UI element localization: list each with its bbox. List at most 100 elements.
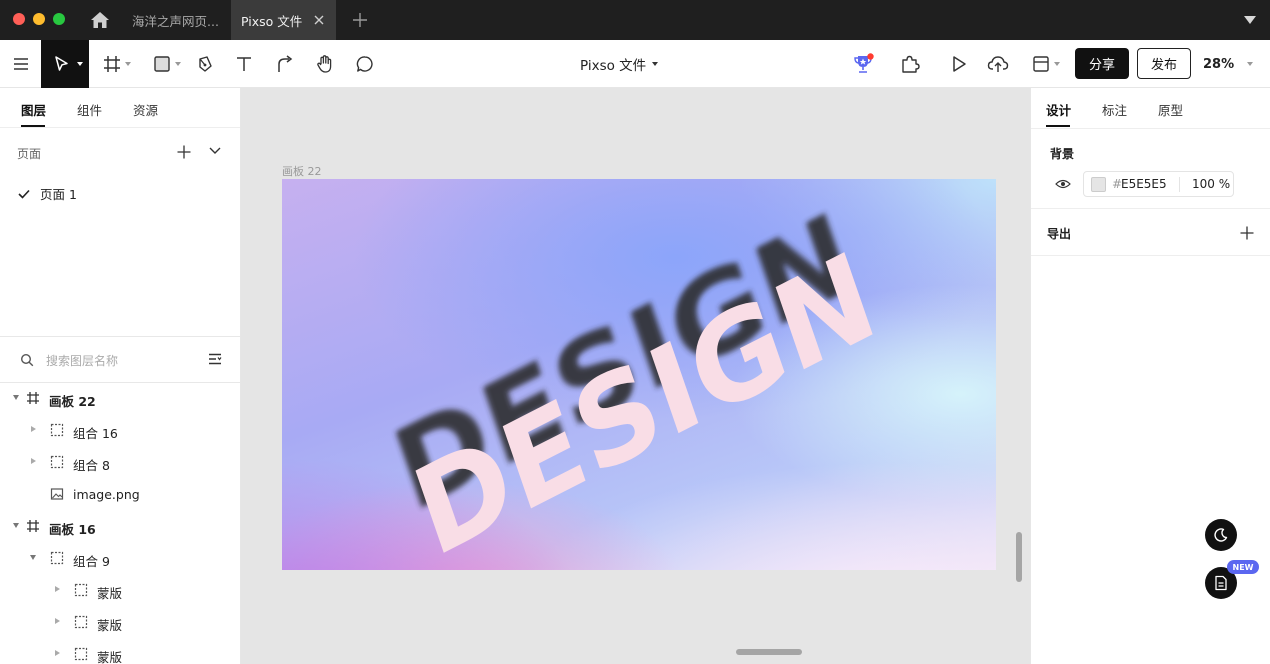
- layer-name: 蒙版: [97, 618, 123, 633]
- expand-arrow-icon[interactable]: [55, 586, 60, 592]
- cloud-upload-icon: [987, 56, 1009, 72]
- connector-tool-button[interactable]: [272, 40, 298, 88]
- background-opacity-input[interactable]: 100 %: [1192, 177, 1230, 191]
- layer-row-mask[interactable]: 蒙版: [0, 574, 240, 606]
- tab-ocean-webpage[interactable]: 海洋之声网页...: [120, 0, 230, 40]
- active-tab-indicator: [21, 125, 45, 127]
- zoom-level[interactable]: 28%: [1203, 40, 1234, 88]
- maximize-window-button[interactable]: [53, 13, 65, 25]
- layer-row-group-8[interactable]: 组合 8: [0, 446, 240, 478]
- tab-assets[interactable]: 资源: [133, 100, 158, 119]
- chevron-down-icon[interactable]: [77, 62, 83, 66]
- filter-icon[interactable]: [208, 353, 222, 365]
- present-button[interactable]: [946, 40, 972, 88]
- text-icon: [237, 57, 251, 71]
- expand-arrow-icon[interactable]: [13, 523, 19, 528]
- expand-arrow-icon[interactable]: [30, 555, 36, 560]
- rectangle-icon: [154, 56, 170, 72]
- expand-arrow-icon[interactable]: [55, 618, 60, 624]
- tab-design[interactable]: 设计: [1046, 100, 1071, 119]
- mask-icon: [74, 615, 88, 629]
- chevron-down-icon[interactable]: [208, 146, 222, 156]
- divider: [1031, 128, 1270, 129]
- layer-name: 组合 8: [73, 458, 110, 473]
- connector-icon: [278, 55, 293, 72]
- layer-row-frame-16[interactable]: 画板 16: [0, 510, 240, 542]
- tab-annotate[interactable]: 标注: [1102, 100, 1127, 119]
- home-icon[interactable]: [90, 11, 110, 29]
- tab-layers[interactable]: 图层: [21, 100, 46, 119]
- layer-name: 蒙版: [97, 586, 123, 601]
- page-item[interactable]: 页面 1: [18, 184, 77, 203]
- horizontal-scrollbar[interactable]: [736, 649, 802, 655]
- text-tool-button[interactable]: [231, 40, 257, 88]
- background-hex-input[interactable]: E5E5E5: [1121, 177, 1167, 191]
- publish-button[interactable]: 发布: [1137, 48, 1191, 79]
- image-icon: [50, 488, 64, 500]
- cursor-arrow-icon: [55, 56, 68, 71]
- upload-button[interactable]: [985, 40, 1011, 88]
- chevron-down-icon[interactable]: [1244, 15, 1256, 25]
- expand-arrow-icon[interactable]: [31, 426, 36, 432]
- layer-row-mask[interactable]: 蒙版: [0, 638, 240, 664]
- layer-row-group-16[interactable]: 组合 16: [0, 414, 240, 446]
- expand-arrow-icon[interactable]: [13, 395, 19, 400]
- trophy-button[interactable]: [850, 40, 876, 88]
- dark-mode-button[interactable]: [1205, 519, 1237, 551]
- vertical-scrollbar[interactable]: [1016, 532, 1022, 582]
- main-menu-button[interactable]: [8, 40, 34, 88]
- canvas[interactable]: 画板 22 DESIGN DESIGN: [241, 88, 1030, 664]
- hand-tool-button[interactable]: [312, 40, 338, 88]
- add-page-icon[interactable]: [176, 144, 192, 160]
- new-badge: NEW: [1227, 560, 1259, 574]
- shape-tool-button[interactable]: [148, 40, 184, 88]
- left-panel: 图层 组件 资源 页面 页面 1 搜索图层名称 画板 22 组合 16 组合 8…: [0, 88, 241, 664]
- minimize-window-button[interactable]: [33, 13, 45, 25]
- document-icon: [1215, 575, 1227, 591]
- move-tool-button[interactable]: [41, 40, 89, 88]
- chevron-down-icon[interactable]: [125, 62, 131, 66]
- layer-row-frame-22[interactable]: 画板 22: [0, 382, 240, 414]
- active-tab-indicator: [1046, 125, 1070, 127]
- tab-prototype[interactable]: 原型: [1158, 100, 1183, 119]
- expand-arrow-icon[interactable]: [55, 650, 60, 656]
- background-color-field[interactable]: # E5E5E5 100 %: [1083, 171, 1234, 197]
- moon-icon: [1214, 528, 1228, 542]
- new-tab-icon[interactable]: [351, 11, 369, 29]
- expand-arrow-icon[interactable]: [31, 458, 36, 464]
- tab-pixso-file[interactable]: Pixso 文件: [231, 0, 336, 40]
- frame-tool-button[interactable]: [98, 40, 134, 88]
- layer-row-image[interactable]: image.png: [0, 478, 240, 510]
- eye-icon[interactable]: [1055, 179, 1071, 189]
- tab-components[interactable]: 组件: [77, 100, 102, 119]
- mask-icon: [74, 647, 88, 661]
- plugins-button[interactable]: [897, 40, 923, 88]
- close-tab-icon[interactable]: [312, 13, 326, 27]
- color-swatch[interactable]: [1091, 177, 1106, 192]
- layer-search[interactable]: 搜索图层名称: [20, 350, 225, 370]
- checkmark-icon: [18, 189, 30, 199]
- frame-label[interactable]: 画板 22: [282, 163, 322, 179]
- layer-name: 蒙版: [97, 650, 123, 664]
- chevron-down-icon[interactable]: [1247, 62, 1253, 66]
- file-title-dropdown[interactable]: Pixso 文件: [580, 40, 659, 88]
- layer-row-mask[interactable]: 蒙版: [0, 606, 240, 638]
- search-input[interactable]: 搜索图层名称: [46, 352, 118, 369]
- pen-tool-button[interactable]: [192, 40, 218, 88]
- close-window-button[interactable]: [13, 13, 25, 25]
- layer-row-group-9[interactable]: 组合 9: [0, 542, 240, 574]
- share-button[interactable]: 分享: [1075, 48, 1129, 79]
- search-icon: [20, 353, 34, 367]
- title-bar: 海洋之声网页... Pixso 文件: [0, 0, 1270, 40]
- group-icon: [50, 551, 64, 565]
- add-export-icon[interactable]: [1239, 225, 1255, 241]
- chevron-down-icon[interactable]: [175, 62, 181, 66]
- comment-tool-button[interactable]: [352, 40, 378, 88]
- layout-button[interactable]: [1028, 40, 1064, 88]
- chevron-down-icon[interactable]: [1054, 62, 1060, 66]
- pen-icon: [199, 56, 212, 72]
- divider: [1031, 255, 1270, 256]
- artboard[interactable]: DESIGN DESIGN: [282, 179, 996, 570]
- tab-label: 海洋之声网页...: [132, 13, 219, 29]
- background-section-title: 背景: [1050, 147, 1075, 161]
